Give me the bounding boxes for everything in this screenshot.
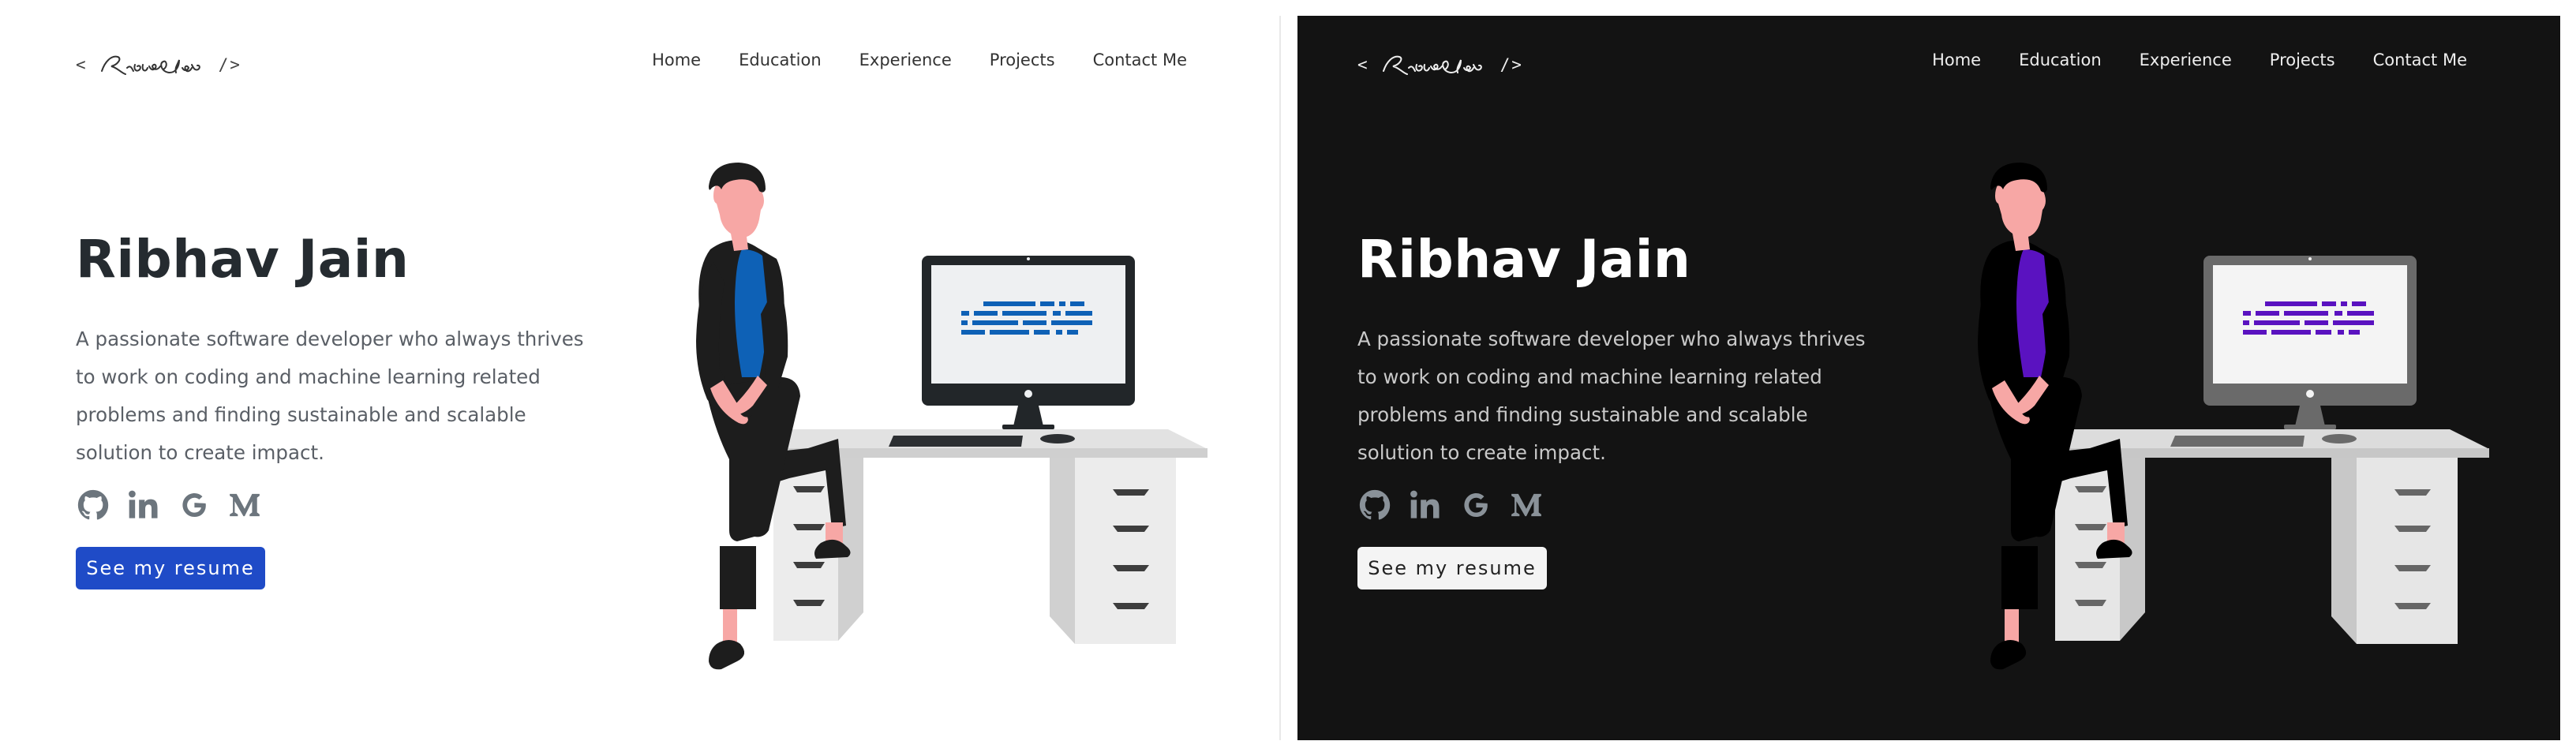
medium-icon[interactable] (1509, 488, 1544, 522)
nav-item-education[interactable]: Education (739, 51, 822, 69)
nav-item-projects[interactable]: Projects (990, 51, 1055, 69)
logo[interactable]: < /> (76, 47, 242, 82)
logo-open-bracket: < (1357, 55, 1369, 74)
dark-theme-panel: < /> Home Education Experience Projects … (1297, 16, 2560, 740)
top-nav: Home Education Experience Projects Conta… (652, 51, 1187, 69)
social-links (1357, 488, 1544, 522)
logo[interactable]: < /> (1357, 47, 1523, 82)
hero-description: A passionate software developer who alwa… (1357, 327, 1866, 464)
social-links (76, 488, 262, 522)
signature-icon (100, 55, 200, 75)
nav-item-home[interactable]: Home (652, 51, 701, 69)
github-icon[interactable] (76, 488, 110, 522)
logo-close-bracket: /> (1500, 55, 1523, 74)
hero-description: A passionate software developer who alwa… (76, 327, 584, 464)
hero-title: Ribhav Jain (76, 229, 410, 290)
nav-item-contact-me[interactable]: Contact Me (1093, 51, 1187, 69)
hero-title: Ribhav Jain (1357, 229, 1691, 290)
nav-item-contact-me[interactable]: Contact Me (2373, 51, 2467, 69)
nav-item-experience[interactable]: Experience (859, 51, 952, 69)
google-icon[interactable] (177, 488, 212, 522)
nav-item-experience[interactable]: Experience (2140, 51, 2232, 69)
page: < /> Home Education Experience Projects … (0, 0, 2576, 756)
nav-item-home[interactable]: Home (1932, 51, 1981, 69)
light-theme-panel: < /> Home Education Experience Projects … (0, 0, 1280, 756)
see-resume-button[interactable]: See my resume (1357, 547, 1547, 589)
developer-at-desk-illustration (696, 163, 1208, 670)
developer-at-desk-illustration (1978, 163, 2489, 670)
nav-item-education[interactable]: Education (2019, 51, 2102, 69)
linkedin-icon[interactable] (126, 488, 161, 522)
github-icon[interactable] (1357, 488, 1392, 522)
medium-icon[interactable] (227, 488, 262, 522)
signature-icon (1382, 55, 1482, 75)
logo-close-bracket: /> (218, 55, 242, 74)
google-icon[interactable] (1458, 488, 1493, 522)
panel-divider (1279, 16, 1281, 740)
nav-item-projects[interactable]: Projects (2270, 51, 2335, 69)
logo-open-bracket: < (76, 55, 88, 74)
top-nav: Home Education Experience Projects Conta… (1932, 51, 2467, 69)
linkedin-icon[interactable] (1408, 488, 1443, 522)
see-resume-button[interactable]: See my resume (76, 547, 265, 589)
